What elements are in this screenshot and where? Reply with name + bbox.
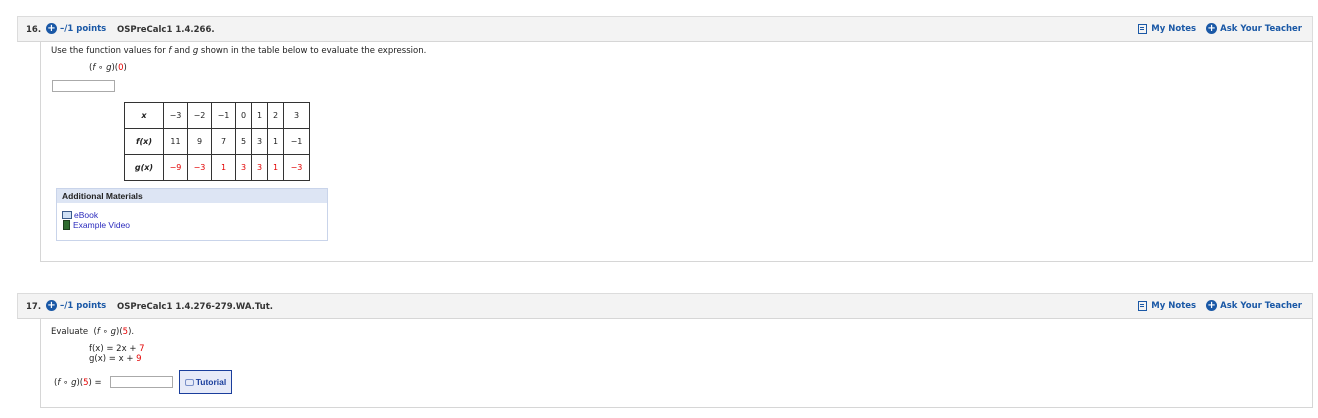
f-cell: 7 — [211, 128, 236, 155]
f-definition: f(x) = 2x + 7 — [89, 344, 145, 354]
question-prompt: Use the function values for f and g show… — [51, 46, 426, 56]
x-cell: 2 — [267, 102, 284, 129]
points-label: –/1 points — [60, 23, 107, 34]
points-button[interactable]: + –/1 points — [46, 300, 106, 311]
ask-teacher-link[interactable]: + Ask Your Teacher — [1206, 23, 1302, 34]
f-definition-text: f(x) = 2x + — [89, 344, 140, 354]
g-header: g(x) — [124, 154, 164, 181]
composition-expression: (f ∘ g)(0) — [89, 63, 127, 73]
tutorial-icon — [184, 378, 194, 386]
question-code: OSPreCalc1 1.4.266. — [117, 25, 215, 35]
my-notes-link[interactable]: My Notes — [1138, 300, 1197, 311]
prompt-text: and — [171, 46, 193, 56]
evaluate-prompt: Evaluate (f ∘ g)(5). — [51, 327, 135, 337]
ask-teacher-label: Ask Your Teacher — [1220, 23, 1302, 34]
g-cell: −3 — [283, 154, 310, 181]
f-cell: 9 — [187, 128, 212, 155]
answer-input[interactable] — [52, 80, 115, 92]
paren: ) — [123, 63, 127, 73]
plus-circle-icon: + — [46, 23, 57, 34]
ebook-link[interactable]: eBook — [57, 210, 327, 220]
f-cell: 3 — [251, 128, 268, 155]
table-row: f(x) 11 9 7 5 3 1 −1 — [124, 128, 310, 155]
g-cell: 3 — [235, 154, 252, 181]
compose-symbol: ∘ — [95, 63, 107, 73]
x-cell: −1 — [211, 102, 236, 129]
f-constant: 7 — [139, 344, 145, 354]
additional-materials-panel: Additional Materials eBook Example Video — [56, 188, 328, 241]
f-cell: −1 — [283, 128, 310, 155]
question-17-header: 17. + –/1 points OSPreCalc1 1.4.276-279.… — [17, 293, 1313, 319]
additional-materials-header: Additional Materials — [57, 189, 327, 203]
table-row: x −3 −2 −1 0 1 2 3 — [124, 102, 310, 129]
answer-equals: ) = — [88, 378, 102, 388]
x-cell: 3 — [283, 102, 310, 129]
g-constant: 9 — [136, 354, 142, 364]
points-button[interactable]: + –/1 points — [46, 23, 106, 34]
ask-teacher-link[interactable]: + Ask Your Teacher — [1206, 300, 1302, 311]
question-code: OSPreCalc1 1.4.276-279.WA.Tut. — [117, 302, 274, 312]
question-17: 17. + –/1 points OSPreCalc1 1.4.276-279.… — [17, 293, 1313, 408]
question-16-header: 16. + –/1 points OSPreCalc1 1.4.266. My … — [17, 16, 1313, 42]
function-values-table: x −3 −2 −1 0 1 2 3 f(x) 11 9 7 5 3 1 −1 … — [124, 102, 310, 181]
evaluate-label: Evaluate — [51, 327, 89, 337]
points-label: –/1 points — [60, 300, 107, 311]
my-notes-link[interactable]: My Notes — [1138, 23, 1197, 34]
g-cell: −3 — [187, 154, 212, 181]
x-cell: −2 — [187, 102, 212, 129]
prompt-text: Use the function values for — [51, 46, 169, 56]
tutorial-label: Tutorial — [195, 377, 227, 387]
question-17-body: Evaluate (f ∘ g)(5). f(x) = 2x + 7 g(x) … — [40, 319, 1313, 408]
note-icon — [1138, 300, 1148, 311]
f-cell: 5 — [235, 128, 252, 155]
g-cell: 3 — [251, 154, 268, 181]
f-cell: 1 — [267, 128, 284, 155]
f-cell: 11 — [163, 128, 188, 155]
ebook-label: eBook — [74, 210, 99, 220]
x-header: x — [124, 102, 164, 129]
question-number: 17. — [26, 302, 42, 312]
compose-symbol: ∘ — [60, 378, 72, 388]
example-video-label: Example Video — [73, 220, 131, 230]
g-cell: 1 — [211, 154, 236, 181]
question-number: 16. — [26, 25, 42, 35]
prompt-text: shown in the table below to evaluate the… — [198, 46, 427, 56]
tutorial-button[interactable]: Tutorial — [179, 370, 232, 394]
f-header: f(x) — [124, 128, 164, 155]
g-definition: g(x) = x + 9 — [89, 354, 142, 364]
question-16-body: Use the function values for f and g show… — [40, 42, 1313, 262]
g-cell: 1 — [267, 154, 284, 181]
my-notes-label: My Notes — [1151, 23, 1197, 34]
table-row: g(x) −9 −3 1 3 3 1 −3 — [124, 154, 310, 181]
video-icon — [63, 220, 70, 230]
answer-label: (f ∘ g)(5) = — [54, 378, 102, 388]
compose-symbol: ∘ — [99, 327, 111, 337]
note-icon — [1138, 23, 1148, 34]
plus-circle-icon: + — [46, 300, 57, 311]
x-cell: −3 — [163, 102, 188, 129]
example-video-link[interactable]: Example Video — [57, 220, 327, 230]
question-16: 16. + –/1 points OSPreCalc1 1.4.266. My … — [17, 16, 1313, 262]
expr-input-value: 5 — [122, 327, 129, 337]
g-definition-text: g(x) = x + — [89, 354, 137, 364]
ask-teacher-label: Ask Your Teacher — [1220, 300, 1302, 311]
book-icon — [62, 211, 72, 219]
plus-circle-icon: + — [1206, 300, 1218, 311]
plus-circle-icon: + — [1206, 23, 1218, 34]
x-cell: 0 — [235, 102, 252, 129]
my-notes-label: My Notes — [1151, 300, 1197, 311]
expr-g: g — [110, 327, 117, 337]
expr-g: g — [71, 378, 77, 388]
g-cell: −9 — [163, 154, 188, 181]
answer-input[interactable] — [110, 376, 173, 388]
x-cell: 1 — [251, 102, 268, 129]
